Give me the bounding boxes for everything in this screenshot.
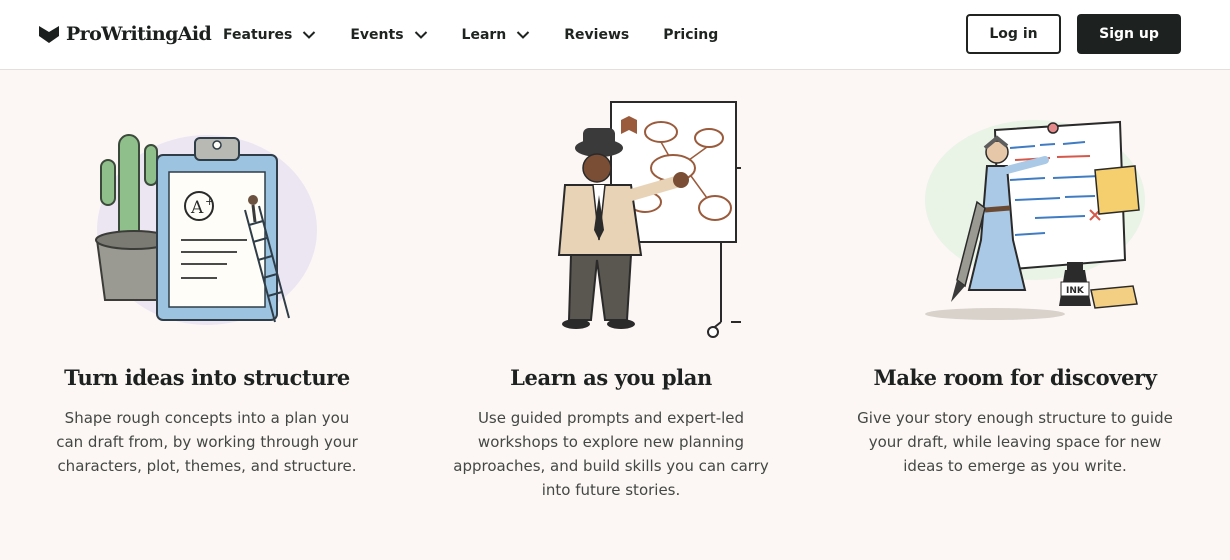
feature-title: Turn ideas into structure (64, 365, 350, 390)
clipboard-cactus-illustration: A + (95, 134, 317, 325)
chevron-down-icon (303, 31, 316, 39)
feature-description-line: into future stories. (541, 481, 681, 499)
nav-learn[interactable]: Learn (462, 27, 531, 43)
whiteboard-teacher-illustration (557, 101, 741, 338)
feature-description-line: characters, plot, themes, and structure. (57, 457, 357, 475)
chevron-down-icon (414, 31, 427, 39)
svg-text:+: + (205, 195, 214, 208)
chevron-down-icon (517, 31, 530, 39)
feature-description-line: workshops to explore new planning (477, 433, 745, 451)
nav-features-label: Features (223, 27, 293, 43)
feature-description: Use guided prompts and expert-led worksh… (431, 406, 791, 502)
nav-features[interactable]: Features (223, 27, 316, 43)
feature-description-line: Give your story enough structure to guid… (857, 409, 1173, 427)
nav-events[interactable]: Events (350, 27, 427, 43)
feature-description-line: ideas to emerge as you write. (903, 457, 1127, 475)
feature-description-line: your draft, while leaving space for new (868, 433, 1162, 451)
ink-label: INK (1066, 286, 1085, 296)
svg-text:A: A (190, 198, 204, 218)
feature-description-line: Use guided prompts and expert-led (477, 409, 745, 427)
feature-title: Make room for discovery (873, 365, 1157, 390)
feature-card-structure: A + Turn ideas into structure Shape roug… (27, 90, 387, 478)
pen-sword-writer-illustration: INK (925, 120, 1145, 320)
main-nav: Features Events Learn Reviews Pricing (223, 0, 752, 70)
nav-pricing-label: Pricing (663, 27, 719, 43)
logo-icon (39, 26, 59, 43)
feature-title: Learn as you plan (510, 365, 712, 390)
feature-description-line: Shape rough concepts into a plan you (64, 409, 350, 427)
nav-reviews[interactable]: Reviews (564, 27, 629, 43)
feature-description: Shape rough concepts into a plan you can… (27, 406, 387, 478)
site-header: ProWritingAid Features Events Learn Revi… (0, 0, 1230, 70)
nav-learn-label: Learn (461, 27, 507, 43)
feature-card-discovery: INK Make room for discovery Give your st… (835, 90, 1195, 478)
signup-button[interactable]: Sign up (1077, 14, 1181, 54)
nav-events-label: Events (350, 27, 404, 43)
logo[interactable]: ProWritingAid (38, 22, 212, 46)
feature-description: Give your story enough structure to guid… (835, 406, 1195, 478)
feature-description-line: can draft from, by working through your (56, 433, 358, 451)
logo-text: ProWritingAid (66, 23, 212, 45)
nav-reviews-label: Reviews (564, 27, 630, 43)
feature-card-learn: Learn as you plan Use guided prompts and… (431, 90, 791, 502)
login-button[interactable]: Log in (966, 14, 1061, 54)
nav-pricing[interactable]: Pricing (663, 27, 718, 43)
feature-description-line: approaches, and build skills you can car… (453, 457, 769, 475)
